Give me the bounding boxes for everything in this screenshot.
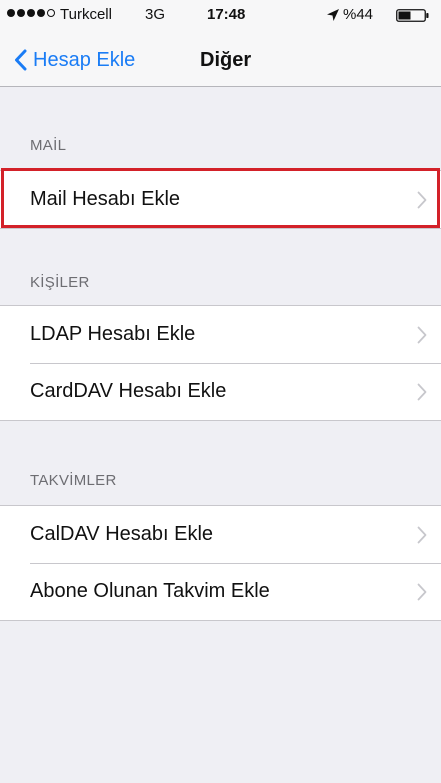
- list-item-label: CalDAV Hesabı Ekle: [30, 523, 214, 545]
- section-header-calendars: TAKVİMLER: [30, 472, 117, 489]
- back-button[interactable]: Hesap Ekle: [14, 46, 135, 74]
- chevron-left-icon: [15, 49, 27, 71]
- location-arrow-icon: [327, 9, 339, 21]
- signal-dot: [27, 9, 35, 17]
- list-item-label: LDAP Hesabı Ekle: [30, 323, 196, 345]
- list-item-subscribed-calendar[interactable]: Abone Olunan Takvim Ekle: [0, 563, 441, 620]
- signal-dot: [17, 9, 25, 17]
- section-header-contacts: KİŞİLER: [30, 274, 90, 291]
- list-item-label: CardDAV Hesabı Ekle: [30, 380, 227, 402]
- page-title: Diğer: [200, 49, 252, 71]
- list-item-ldap-account[interactable]: LDAP Hesabı Ekle: [0, 306, 441, 363]
- chevron-right-icon: [417, 383, 427, 400]
- battery-icon: [396, 9, 429, 22]
- signal-dot: [7, 9, 15, 17]
- network-type: 3G: [145, 6, 166, 23]
- chevron-right-icon: [417, 583, 427, 600]
- list-item-caldav-account[interactable]: CalDAV Hesabı Ekle: [0, 506, 441, 563]
- top-bar: Turkcell 3G 17:48 %44 Hesap Ekle Diğer: [0, 0, 441, 87]
- list-item-label: Mail Hesabı Ekle: [30, 188, 181, 210]
- mail-group: Mail Hesabı Ekle: [0, 170, 441, 229]
- chevron-right-icon: [417, 526, 427, 543]
- signal-strength-indicator: [7, 9, 55, 17]
- signal-dot: [37, 9, 45, 17]
- chevron-right-icon: [417, 191, 427, 208]
- contacts-group: LDAP Hesabı Ekle CardDAV Hesabı Ekle: [0, 305, 441, 421]
- navigation-bar: Hesap Ekle Diğer: [0, 30, 441, 87]
- status-bar: Turkcell 3G 17:48 %44: [0, 0, 441, 30]
- list-item-mail-account[interactable]: Mail Hesabı Ekle: [0, 171, 441, 228]
- signal-dot: [47, 9, 55, 17]
- status-time: 17:48: [207, 6, 246, 23]
- back-button-label: Hesap Ekle: [33, 48, 136, 71]
- list-item-carddav-account[interactable]: CardDAV Hesabı Ekle: [0, 363, 441, 420]
- calendars-group: CalDAV Hesabı Ekle Abone Olunan Takvim E…: [0, 505, 441, 621]
- carrier-name: Turkcell: [60, 6, 112, 23]
- chevron-right-icon: [417, 326, 427, 343]
- battery-percentage: %44: [343, 6, 374, 23]
- list-item-label: Abone Olunan Takvim Ekle: [30, 580, 270, 602]
- section-header-mail: MAİL: [30, 137, 67, 154]
